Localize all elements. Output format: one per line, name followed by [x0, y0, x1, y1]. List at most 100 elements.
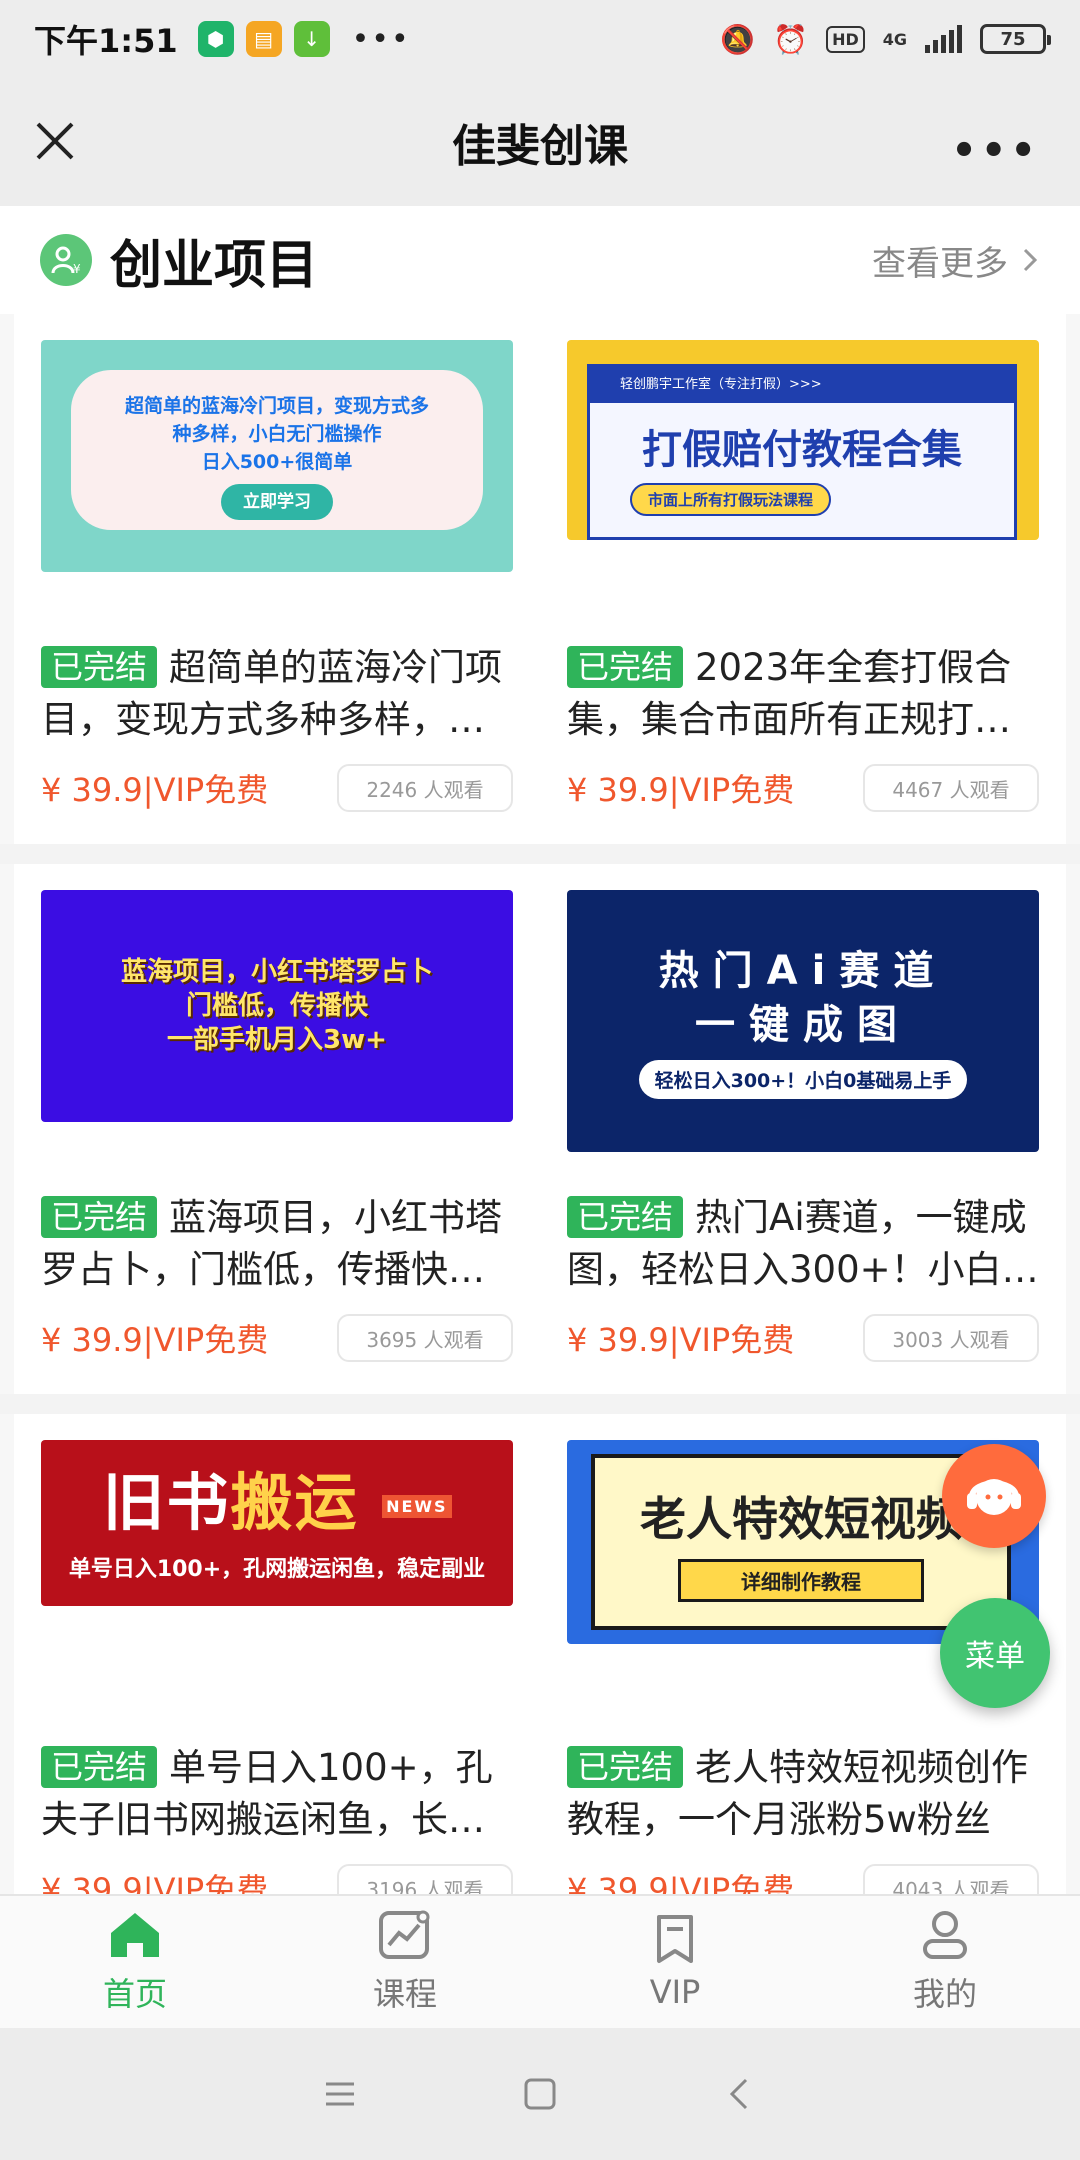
customer-service-button[interactable]: [942, 1444, 1046, 1548]
tab-profile[interactable]: 我的: [810, 1896, 1080, 2028]
course-price: ¥ 39.9|VIP免费: [41, 1871, 269, 1894]
profile-icon: [923, 1911, 967, 1959]
thumb-text: 热门Ai赛道: [658, 947, 948, 994]
thumb-text: 超简单的蓝海冷门项目，变现方式多: [124, 395, 429, 417]
tab-label: VIP: [649, 1973, 701, 2011]
course-price: ¥ 39.9|VIP免费: [41, 771, 269, 809]
more-options-icon[interactable]: •••: [951, 128, 1040, 174]
network-type: 4G: [882, 29, 907, 49]
course-card[interactable]: 热门Ai赛道 一键成图 轻松日入300+！小白0基础易上手 已完结 热门Ai赛道，…: [567, 890, 1039, 1362]
see-more-label: 查看更多: [872, 243, 1008, 284]
course-card[interactable]: 轻创鹏宇工作室（专注打假）>>> 打假赔付教程合集 市面上所有打假玩法课程 已完…: [567, 340, 1039, 812]
thumb-tag: NEWS: [382, 1494, 452, 1518]
shield-app-icon: ⬢: [197, 21, 234, 57]
tab-label: 我的: [912, 1975, 977, 2013]
view-count: 3003 人观看: [863, 1314, 1039, 1362]
view-count: 4043 人观看: [863, 1864, 1039, 1894]
title-bar: 佳斐创课 •••: [0, 78, 1080, 206]
status-badge: 已完结: [41, 1196, 158, 1238]
course-thumbnail: 旧书搬运 NEWS 单号日入100+，孔网搬运闲鱼，稳定副业: [41, 1440, 513, 1606]
course-price: ¥ 39.9|VIP免费: [41, 1321, 269, 1359]
course-grid: 超简单的蓝海冷门项目，变现方式多 种多样，小白无门槛操作 日入500+很简单 立…: [0, 314, 1080, 1894]
course-title: 已完结2023年全套打假合集，集合市面所有正规打假玩法课程: [567, 646, 1012, 741]
status-badge: 已完结: [567, 646, 684, 688]
thumb-text: 老人特效短视频: [640, 1491, 962, 1546]
more-notifications-icon: •••: [351, 21, 411, 57]
menu-icon[interactable]: [320, 2076, 360, 2112]
course-price: ¥ 39.9|VIP免费: [567, 771, 795, 809]
status-badge: 已完结: [41, 1746, 158, 1788]
message-app-icon: ▤: [245, 21, 282, 57]
status-badge: 已完结: [41, 646, 158, 688]
view-count: 4467 人观看: [863, 764, 1039, 812]
status-badge: 已完结: [567, 1196, 684, 1238]
home-nav-icon[interactable]: [520, 2074, 560, 2114]
view-count: 3196 人观看: [337, 1864, 513, 1894]
view-count: 3695 人观看: [337, 1314, 513, 1362]
chevron-right-icon: [1023, 248, 1038, 272]
page-title: 佳斐创课: [452, 121, 628, 172]
course-row: 旧书搬运 NEWS 单号日入100+，孔网搬运闲鱼，稳定副业 已完结 单号日入10…: [14, 1414, 1066, 1894]
thumb-text: 旧书: [102, 1466, 231, 1540]
thumb-text: 种多样，小白无门槛操作: [172, 423, 382, 445]
course-card[interactable]: 蓝海项目，小红书塔罗占卜 门槛低，传播快 一部手机月入3w+ 已完结 蓝海项目，小…: [41, 890, 513, 1362]
alarm-icon: ⏰: [773, 22, 809, 56]
battery-icon: 75: [980, 24, 1051, 54]
course-title: 已完结热门Ai赛道，一键成图，轻松日入300+！小白0基础易上手: [567, 1196, 1027, 1291]
course-thumbnail: 蓝海项目，小红书塔罗占卜 门槛低，传播快 一部手机月入3w+: [41, 890, 513, 1122]
bottom-tab-bar: 首页 课程 VIP 我的: [0, 1894, 1080, 2028]
course-icon: [379, 1910, 430, 1959]
section-title: 创业项目: [110, 235, 319, 296]
status-bar: 下午1:51 ⬢ ▤ ↓ ••• 🔕 ⏰ HD 4G 75: [0, 0, 1080, 78]
thumb-text: 单号日入100+，孔网搬运闲鱼，稳定副业: [68, 1556, 486, 1582]
battery-level: 75: [1000, 28, 1026, 50]
course-price: ¥ 39.9|VIP免费: [567, 1321, 795, 1359]
course-thumbnail: 超简单的蓝海冷门项目，变现方式多 种多样，小白无门槛操作 日入500+很简单 立…: [41, 340, 513, 572]
course-card[interactable]: 旧书搬运 NEWS 单号日入100+，孔网搬运闲鱼，稳定副业 已完结 单号日入10…: [41, 1440, 513, 1894]
course-row: 蓝海项目，小红书塔罗占卜 门槛低，传播快 一部手机月入3w+ 已完结 蓝海项目，小…: [14, 864, 1066, 1394]
back-icon[interactable]: [720, 2074, 760, 2114]
tab-label: 首页: [102, 1975, 167, 2013]
tab-home[interactable]: 首页: [0, 1896, 270, 2028]
thumb-text: 一部手机月入3w+: [167, 1025, 387, 1055]
course-title: 已完结蓝海项目，小红书塔罗占卜，门槛低，传播快，一部手机月入3w+: [41, 1196, 503, 1291]
tab-label: 课程: [372, 1975, 437, 2013]
thumb-text: 搬运: [230, 1466, 359, 1540]
thumb-text: 市面上所有打假玩法课程: [630, 483, 832, 516]
course-title: 已完结单号日入100+，孔夫子旧书网搬运闲鱼，长期稳定副业: [41, 1746, 493, 1841]
section-header: ¥ 创业项目 查看更多: [0, 206, 1080, 314]
mute-icon: 🔕: [720, 22, 756, 56]
thumb-text: 门槛低，传播快: [185, 991, 368, 1021]
course-row: 超简单的蓝海冷门项目，变现方式多 种多样，小白无门槛操作 日入500+很简单 立…: [14, 314, 1066, 844]
course-card[interactable]: 超简单的蓝海冷门项目，变现方式多 种多样，小白无门槛操作 日入500+很简单 立…: [41, 340, 513, 812]
headset-icon: [967, 1479, 1021, 1515]
menu-fab[interactable]: 菜单: [940, 1598, 1050, 1708]
thumb-text: 蓝海项目，小红书塔罗占卜: [120, 957, 433, 987]
signal-icon: [925, 25, 962, 53]
course-price: ¥ 39.9|VIP免费: [567, 1871, 795, 1894]
system-nav-bar: [0, 2028, 1080, 2160]
thumb-text: 轻创鹏宇工作室（专注打假）>>>: [590, 367, 1014, 403]
download-app-icon: ↓: [293, 21, 330, 57]
svg-text:¥: ¥: [73, 262, 81, 276]
status-badge: 已完结: [567, 1746, 684, 1788]
vip-icon: [657, 1915, 693, 1963]
thumb-text: 打假赔付教程合集: [642, 427, 962, 473]
thumb-text: 一键成图: [695, 1001, 911, 1048]
course-thumbnail: 轻创鹏宇工作室（专注打假）>>> 打假赔付教程合集 市面上所有打假玩法课程: [567, 340, 1039, 540]
close-icon[interactable]: [30, 116, 80, 166]
view-count: 2246 人观看: [337, 764, 513, 812]
tab-course[interactable]: 课程: [270, 1896, 540, 2028]
course-title: 已完结 老人特效短视频创作教程，一个月涨粉5w粉丝: [567, 1746, 1029, 1841]
thumb-text: 轻松日入300+！小白0基础易上手: [638, 1059, 968, 1099]
thumb-text: 详细制作教程: [678, 1558, 924, 1602]
home-icon: [111, 1913, 159, 1957]
tab-vip[interactable]: VIP: [540, 1896, 810, 2028]
course-title: 已完结超简单的蓝海冷门项目，变现方式多种多样，小白无门槛操作: [41, 646, 503, 741]
thumb-text: 日入500+很简单: [201, 451, 353, 473]
status-time: 下午1:51: [34, 22, 178, 60]
course-thumbnail: 热门Ai赛道 一键成图 轻松日入300+！小白0基础易上手: [567, 890, 1039, 1152]
see-more-link[interactable]: 查看更多: [872, 236, 1040, 285]
startup-icon: ¥: [40, 234, 92, 286]
hd-icon: HD: [826, 25, 865, 53]
